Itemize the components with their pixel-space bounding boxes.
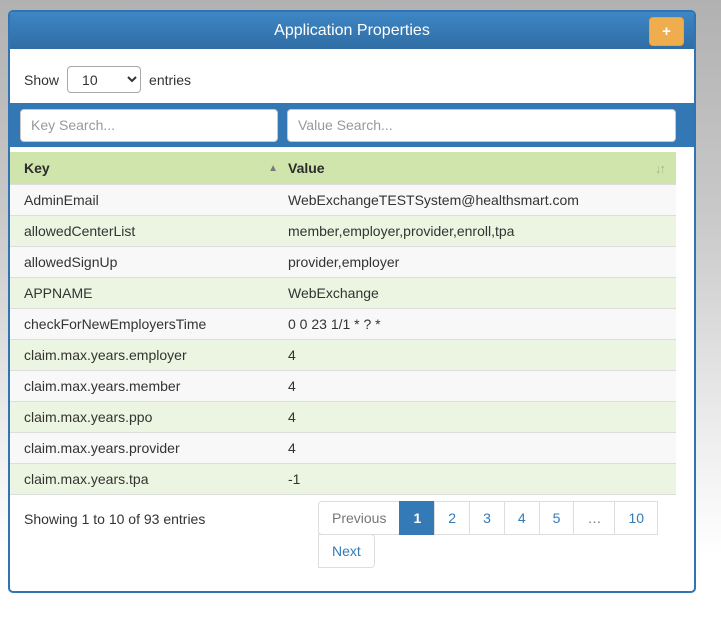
pagination-page-4[interactable]: 4 [504,501,540,535]
pagination-page-1[interactable]: 1 [399,501,435,535]
table-header-row: Key ▲ Value ↓↑ [10,152,676,184]
page-title: Application Properties [274,22,430,40]
row-value: -1 [280,471,676,487]
add-property-button[interactable]: + [649,17,684,46]
pagination-ellipsis: … [573,501,615,535]
entries-length-control: Show 10 entries [24,66,191,93]
application-properties-panel: Application Properties + Show 10 entries… [8,10,696,593]
value-search-input[interactable] [287,109,676,142]
value-column-label: Value [288,160,325,176]
pagination-row-1: Previous 1 2 3 4 5 … 10 [318,501,658,535]
table-row[interactable]: claim.max.years.tpa -1 [10,463,676,495]
row-value: provider,employer [280,254,676,270]
panel-body: Show 10 entries Key ▲ Value ↓↑ [10,49,694,591]
table-row[interactable]: checkForNewEmployersTime 0 0 23 1/1 * ? … [10,308,676,339]
row-value: WebExchangeTESTSystem@healthsmart.com [280,192,676,208]
pagination-next-button[interactable]: Next [318,534,375,568]
row-key: allowedCenterList [10,223,280,239]
table-row[interactable]: claim.max.years.member 4 [10,370,676,401]
pagination-page-10[interactable]: 10 [614,501,658,535]
key-search-input[interactable] [20,109,278,142]
search-filter-bar [10,103,694,147]
row-key: APPNAME [10,285,280,301]
table-row[interactable]: AdminEmail WebExchangeTESTSystem@healths… [10,184,676,215]
column-header-key[interactable]: Key ▲ [10,160,280,176]
row-key: allowedSignUp [10,254,280,270]
plus-icon: + [662,23,671,40]
row-value: 0 0 23 1/1 * ? * [280,316,676,332]
panel-header: Application Properties + [10,12,694,49]
row-key: claim.max.years.ppo [10,409,280,425]
pagination-page-2[interactable]: 2 [434,501,470,535]
pagination-row-2: Next [318,534,658,568]
sort-both-icon: ↓↑ [655,161,668,176]
row-key: AdminEmail [10,192,280,208]
entries-label: entries [149,72,191,88]
pagination-page-5[interactable]: 5 [539,501,575,535]
table-row[interactable]: allowedSignUp provider,employer [10,246,676,277]
column-header-value[interactable]: Value ↓↑ [280,160,676,176]
row-key: claim.max.years.provider [10,440,280,456]
properties-table: Key ▲ Value ↓↑ AdminEmail WebExchangeTES… [10,152,676,495]
table-row[interactable]: APPNAME WebExchange [10,277,676,308]
table-row[interactable]: allowedCenterList member,employer,provid… [10,215,676,246]
pagination-previous-button[interactable]: Previous [318,501,400,535]
row-key: claim.max.years.employer [10,347,280,363]
row-key: claim.max.years.member [10,378,280,394]
table-info-text: Showing 1 to 10 of 93 entries [24,511,205,527]
pagination-page-3[interactable]: 3 [469,501,505,535]
row-value: 4 [280,378,676,394]
row-key: checkForNewEmployersTime [10,316,280,332]
table-row[interactable]: claim.max.years.ppo 4 [10,401,676,432]
key-column-label: Key [24,160,50,176]
table-row[interactable]: claim.max.years.provider 4 [10,432,676,463]
row-value: WebExchange [280,285,676,301]
sort-ascending-icon: ▲ [268,163,278,174]
row-key: claim.max.years.tpa [10,471,280,487]
show-label: Show [24,72,59,88]
pagination: Previous 1 2 3 4 5 … 10 Next [318,501,658,568]
row-value: 4 [280,347,676,363]
table-row[interactable]: claim.max.years.employer 4 [10,339,676,370]
row-value: 4 [280,409,676,425]
row-value: 4 [280,440,676,456]
entries-per-page-select[interactable]: 10 [67,66,141,93]
row-value: member,employer,provider,enroll,tpa [280,223,676,239]
